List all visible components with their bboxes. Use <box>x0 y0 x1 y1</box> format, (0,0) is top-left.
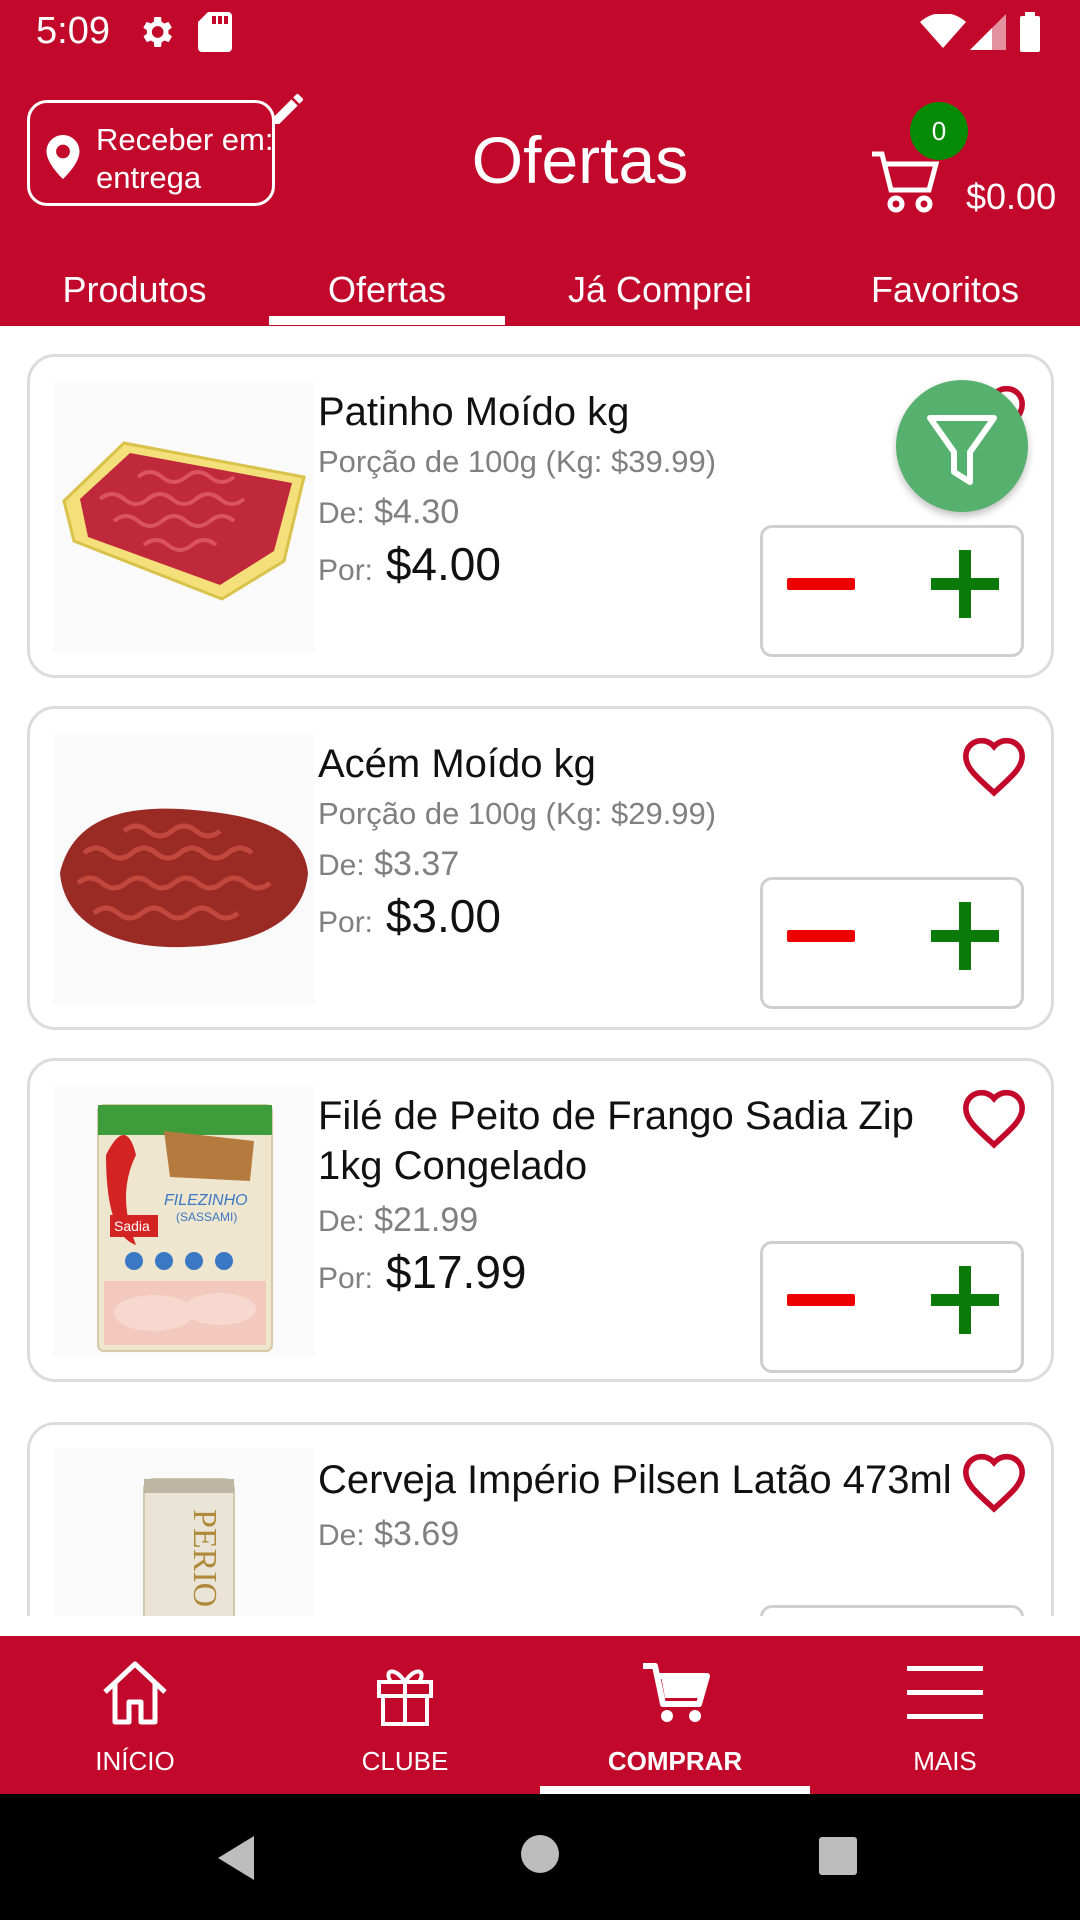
status-time: 5:09 <box>36 10 110 52</box>
location-value: entrega <box>96 160 202 195</box>
product-info: Cerveja Império Pilsen Latão 473ml De: $… <box>318 1455 958 1561</box>
product-old-price: $21.99 <box>374 1201 479 1239</box>
system-navigation-bar <box>0 1794 1080 1920</box>
gift-icon <box>365 1652 445 1737</box>
tab-favoritos[interactable]: Favoritos <box>820 264 1070 326</box>
sadia-brand-text: Sadia <box>114 1218 150 1234</box>
battery-icon <box>1018 12 1042 57</box>
wifi-icon <box>920 13 966 53</box>
quantity-stepper <box>760 877 1024 1009</box>
product-name: Cerveja Império Pilsen Latão 473ml <box>318 1458 952 1502</box>
quantity-stepper <box>760 525 1024 657</box>
product-portion: Porção de 100g (Kg: $39.99) <box>318 444 717 479</box>
sadia-product-text: FILEZINHO <box>164 1192 248 1209</box>
tab-ja-comprei[interactable]: Já Comprei <box>540 264 780 326</box>
recents-square-icon[interactable] <box>818 1836 858 1881</box>
nav-label: COMPRAR <box>607 1746 743 1776</box>
product-old-price: $4.30 <box>374 493 460 531</box>
decrease-quantity-button[interactable] <box>787 930 855 942</box>
plus-icon-vertical <box>959 1266 971 1334</box>
old-price-label: De: <box>318 849 365 882</box>
quantity-stepper[interactable] <box>760 1605 1024 1616</box>
status-bar: 5:09 <box>0 0 1080 64</box>
filter-button[interactable] <box>896 380 1028 512</box>
can-label-text: PERIO <box>186 1509 223 1607</box>
edit-pencil-icon <box>268 89 308 134</box>
decrease-quantity-button[interactable] <box>787 578 855 590</box>
product-card[interactable]: PERIO Cerveja Império Pilsen Latão 473ml… <box>27 1422 1054 1616</box>
tab-bar: Produtos Ofertas Já Comprei Favoritos <box>0 264 1080 326</box>
product-list[interactable]: Patinho Moído kg Porção de 100g (Kg: $39… <box>0 326 1080 1616</box>
favorite-heart-icon[interactable] <box>959 735 1029 802</box>
nav-label: CLUBE <box>361 1746 449 1776</box>
new-price-label: Por: <box>318 554 374 587</box>
product-image: PERIO <box>54 1449 314 1616</box>
favorite-heart-icon[interactable] <box>959 1087 1029 1154</box>
favorite-heart-icon[interactable] <box>959 1451 1029 1518</box>
product-image <box>54 381 314 653</box>
location-text: Receber em: entrega <box>96 121 273 197</box>
cart-count-badge: 0 <box>910 102 968 160</box>
nav-inicio[interactable]: INÍCIO <box>0 1636 270 1794</box>
old-price-label: De: <box>318 1519 365 1552</box>
settings-icon <box>136 12 176 57</box>
signal-icon <box>970 14 1006 55</box>
product-old-price-row: De: $3.69 <box>318 1509 958 1561</box>
product-name: Acém Moído kg <box>318 742 596 786</box>
filter-icon <box>927 415 997 485</box>
product-new-price: $3.00 <box>385 890 501 942</box>
product-card[interactable]: Acém Moído kg Porção de 100g (Kg: $29.99… <box>27 706 1054 1030</box>
cart-button[interactable]: 0 $0.00 <box>870 102 1070 232</box>
location-pin-icon <box>46 135 80 184</box>
product-old-price: $3.69 <box>374 1515 460 1553</box>
home-circle-icon[interactable] <box>520 1834 560 1879</box>
new-price-label: Por: <box>318 1262 374 1295</box>
menu-icon <box>905 1652 985 1737</box>
quantity-stepper <box>760 1241 1024 1373</box>
sd-card-icon <box>198 12 232 57</box>
page-title: Ofertas <box>471 123 689 197</box>
nav-mais[interactable]: MAIS <box>810 1636 1080 1794</box>
plus-icon-vertical <box>959 550 971 618</box>
nav-label: MAIS <box>913 1746 977 1776</box>
decrease-quantity-button[interactable] <box>787 1294 855 1306</box>
product-image: Sadia FILEZINHO (SASSAMI) <box>54 1085 314 1357</box>
product-image <box>54 733 314 1005</box>
app-header: Receber em: entrega Ofertas 0 $0.00 Prod… <box>0 64 1080 326</box>
plus-icon-vertical <box>959 902 971 970</box>
new-price-label: Por: <box>318 906 374 939</box>
bottom-navigation: INÍCIO CLUBE COMPRAR MAIS <box>0 1636 1080 1794</box>
product-card[interactable]: Sadia FILEZINHO (SASSAMI) Filé de Peito … <box>27 1058 1054 1382</box>
cart-icon <box>870 150 940 219</box>
old-price-label: De: <box>318 1205 365 1238</box>
nav-active-indicator <box>540 1786 810 1794</box>
nav-label: INÍCIO <box>95 1746 175 1776</box>
product-new-price: $17.99 <box>385 1246 527 1298</box>
tab-active-indicator <box>269 316 505 325</box>
delivery-location-button[interactable]: Receber em: entrega <box>27 93 303 206</box>
product-portion: Porção de 100g (Kg: $29.99) <box>318 796 717 831</box>
nav-clube[interactable]: CLUBE <box>270 1636 540 1794</box>
cart-total: $0.00 <box>966 176 1057 217</box>
tab-produtos[interactable]: Produtos <box>27 264 242 326</box>
location-label: Receber em: <box>96 122 274 157</box>
back-icon[interactable] <box>214 1834 258 1887</box>
product-old-price-row: De: $21.99 <box>318 1195 958 1247</box>
product-new-price: $4.00 <box>385 538 501 590</box>
sadia-sub-text: (SASSAMI) <box>176 1210 237 1224</box>
cart-icon <box>635 1652 715 1737</box>
home-icon <box>95 1652 175 1737</box>
product-name: Filé de Peito de Frango Sadia Zip 1kg Co… <box>318 1094 914 1188</box>
product-name: Patinho Moído kg <box>318 390 630 434</box>
old-price-label: De: <box>318 497 365 530</box>
product-old-price: $3.37 <box>374 845 460 883</box>
nav-comprar[interactable]: COMPRAR <box>540 1636 810 1794</box>
